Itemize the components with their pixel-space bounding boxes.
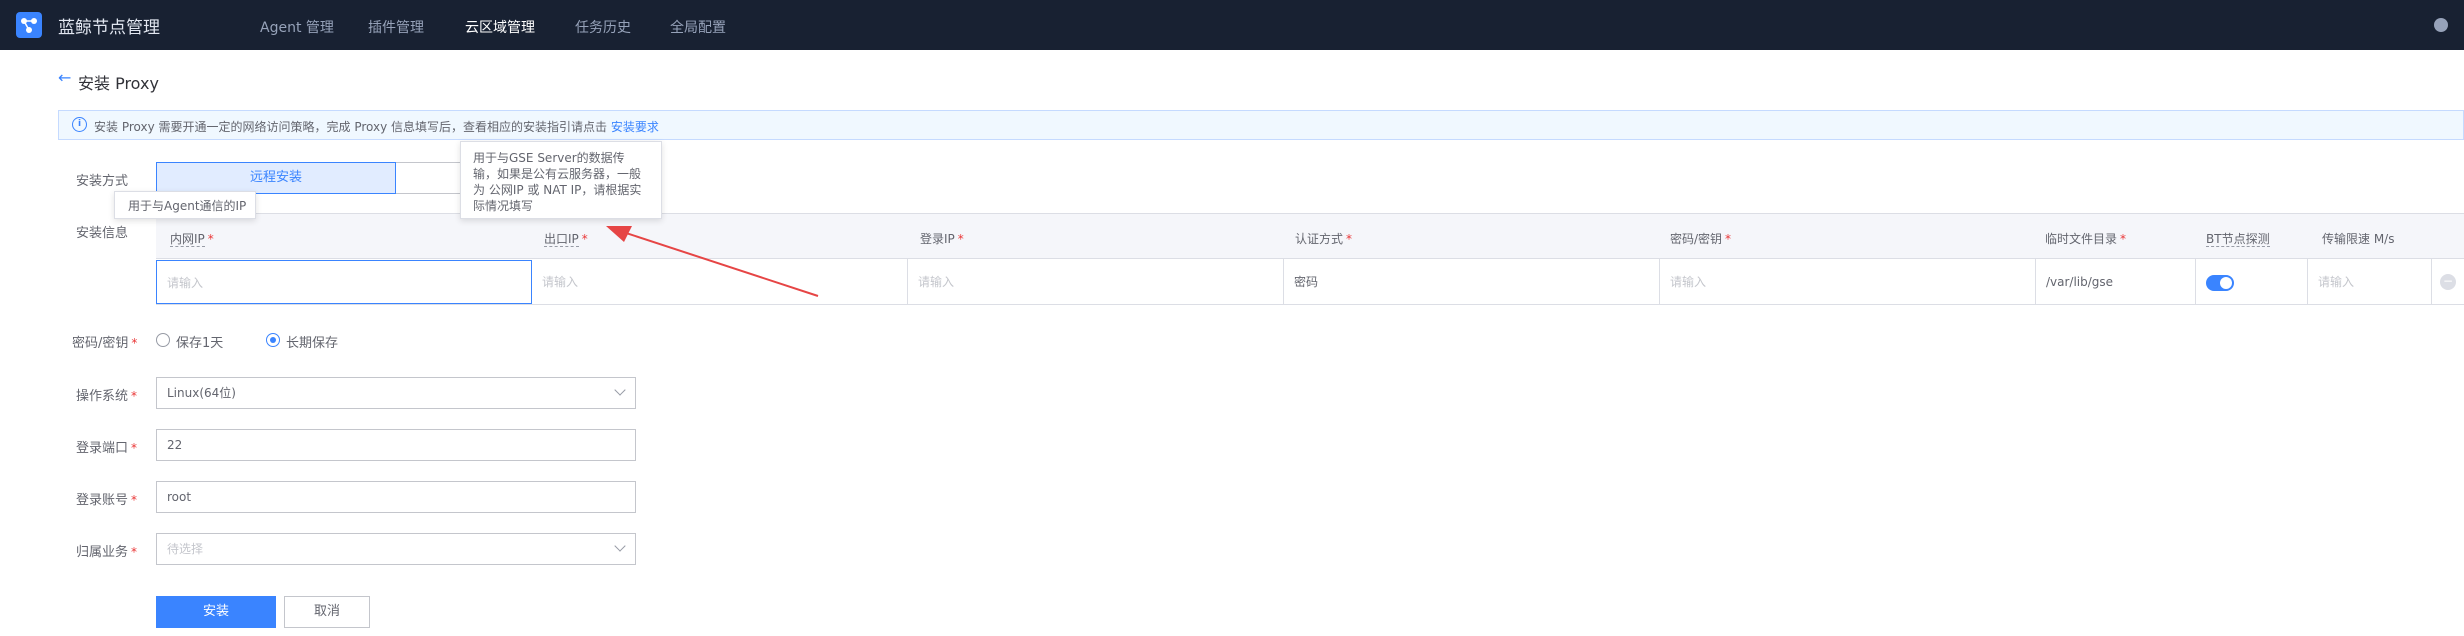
save-long-term-radio[interactable]	[266, 333, 280, 347]
bt-detect-toggle[interactable]	[2206, 275, 2234, 291]
temp-dir-input[interactable]: /var/lib/gse	[2036, 259, 2196, 305]
nav-task-history[interactable]: 任务历史	[575, 17, 631, 37]
port-label: 登录端口 *	[76, 441, 138, 456]
info-message: 安装 Proxy 需要开通一定的网络访问策略，完成 Proxy 信息填写后，查看…	[94, 120, 608, 134]
app-logo-icon[interactable]	[16, 12, 42, 38]
login-ip-input[interactable]: 请输入	[908, 259, 1284, 305]
nav-cloud-area-management[interactable]: 云区域管理	[465, 17, 535, 37]
inner-ip-input[interactable]: 请输入	[156, 260, 532, 304]
tooltip-line: 用于与GSE Server的数据传	[473, 151, 625, 165]
app-title[interactable]: 蓝鲸节点管理	[58, 13, 160, 38]
outer-ip-tooltip: 用于与GSE Server的数据传 输，如果是公有云服务器，一般 为 公网IP …	[460, 141, 662, 219]
os-label: 操作系统 *	[76, 389, 138, 404]
remove-row-icon[interactable]: −	[2440, 274, 2456, 290]
col-login-ip: 登录IP *	[920, 232, 964, 246]
os-select[interactable]: Linux(64位)	[156, 377, 636, 409]
install-method-label: 安装方式	[76, 174, 129, 189]
col-outer-ip: 出口IP *	[544, 232, 588, 247]
tooltip-line: 输，如果是公有云服务器，一般	[473, 167, 642, 181]
port-input[interactable]: 22	[156, 429, 636, 461]
help-icon[interactable]	[2434, 18, 2448, 32]
cancel-button[interactable]: 取消	[284, 596, 370, 628]
col-speed-limit: 传输限速 M/s	[2322, 232, 2395, 246]
password-save-label: 密码/密钥 *	[72, 336, 138, 351]
tooltip-line: 际情况填写	[473, 199, 534, 213]
info-icon: i	[72, 117, 87, 132]
col-temp-dir: 临时文件目录 *	[2045, 232, 2127, 246]
col-password: 密码/密钥 *	[1670, 232, 1732, 246]
nav-global-config[interactable]: 全局配置	[670, 17, 726, 37]
business-select[interactable]: 待选择	[156, 533, 636, 565]
save-1-day-label[interactable]: 保存1天	[176, 332, 223, 351]
inner-ip-tooltip: 用于与Agent通信的IP	[114, 191, 256, 219]
account-input[interactable]: root	[156, 481, 636, 513]
business-label: 归属业务 *	[76, 545, 138, 560]
nav-agent-management[interactable]: Agent 管理	[260, 17, 334, 37]
save-1-day-radio[interactable]	[156, 333, 170, 347]
info-text: 安装 Proxy 需要开通一定的网络访问策略，完成 Proxy 信息填写后，查看…	[94, 118, 659, 135]
speed-limit-input[interactable]: 请输入	[2308, 259, 2432, 305]
nav-plugin-management[interactable]: 插件管理	[368, 17, 424, 37]
install-button[interactable]: 安装	[156, 596, 276, 628]
save-long-term-label[interactable]: 长期保存	[286, 332, 338, 351]
remote-install-option[interactable]: 远程安装	[156, 162, 396, 194]
install-method-option-2[interactable]	[396, 162, 470, 194]
tooltip-line: 为 公网IP 或 NAT IP，请根据实	[473, 183, 642, 197]
account-label: 登录账号 *	[76, 493, 138, 508]
auth-type-select[interactable]: 密码	[1284, 259, 1660, 305]
annotation-arrow-icon	[606, 226, 819, 297]
page-title: 安装 Proxy	[78, 74, 159, 93]
install-info-label: 安装信息	[76, 226, 129, 241]
back-arrow-icon[interactable]: ←	[58, 68, 71, 87]
col-bt-detect: BT节点探测	[2206, 232, 2270, 247]
col-inner-ip: 内网IP *	[170, 232, 214, 247]
install-requirements-link[interactable]: 安装要求	[611, 120, 659, 134]
col-auth-type: 认证方式 *	[1295, 232, 1353, 246]
password-input[interactable]: 请输入	[1660, 259, 2036, 305]
